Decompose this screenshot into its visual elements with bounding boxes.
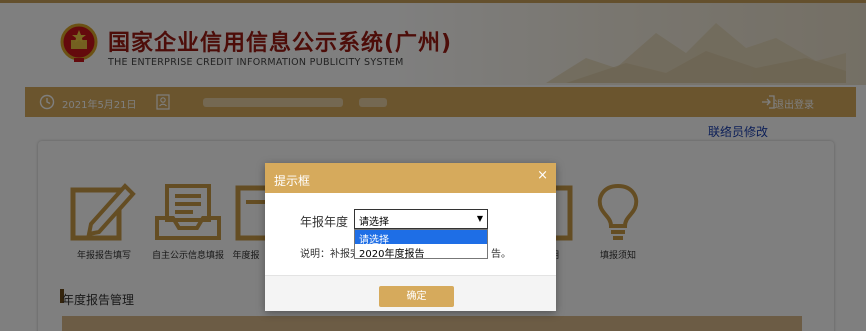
option-2020-report[interactable]: 2020年度报告 xyxy=(355,244,487,260)
dialog-footer: 确定 xyxy=(265,275,556,311)
dialog-header: 提示框 × xyxy=(265,163,556,193)
option-please-select[interactable]: 请选择 xyxy=(355,230,487,246)
dropdown-arrow-icon: ▼ xyxy=(476,214,483,223)
confirm-button[interactable]: 确定 xyxy=(379,286,454,307)
prompt-dialog: 提示框 × 年报年度 请选择 ▼ 说明：补报完 告。 请选择 2020年度报告 … xyxy=(265,163,556,311)
report-year-options: 请选择 2020年度报告 xyxy=(354,229,488,260)
dialog-note-tail: 告。 xyxy=(491,249,511,260)
dialog-title: 提示框 xyxy=(274,174,311,188)
select-value: 请选择 xyxy=(359,217,389,228)
close-icon[interactable]: × xyxy=(537,168,548,183)
dialog-note: 说明：补报完 xyxy=(300,249,360,260)
report-year-select[interactable]: 请选择 ▼ xyxy=(354,209,488,229)
report-year-label: 年报年度 xyxy=(300,215,349,229)
